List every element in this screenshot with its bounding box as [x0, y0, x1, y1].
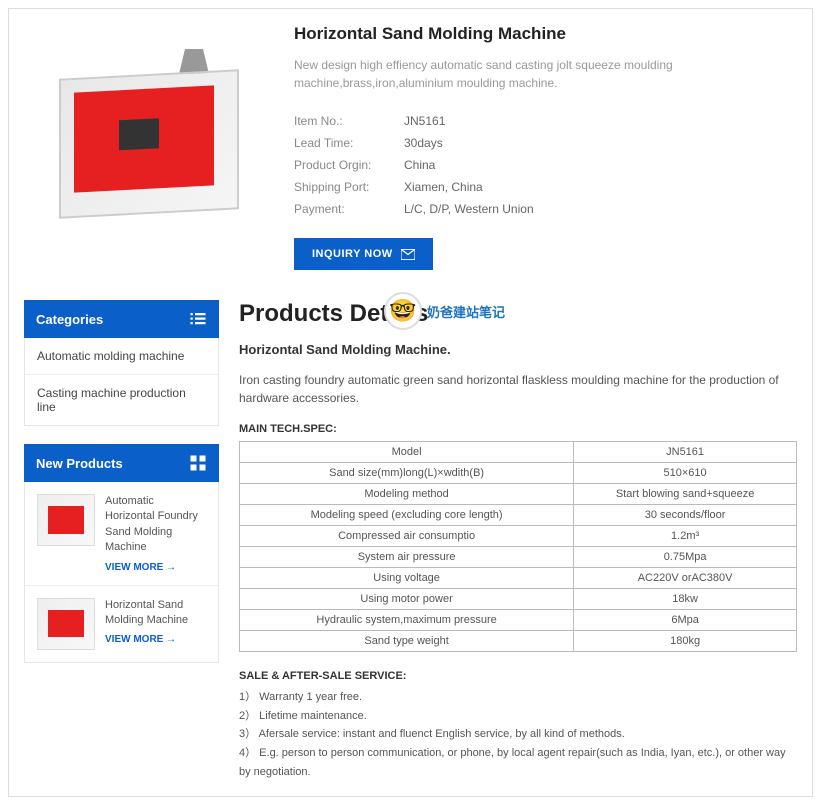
spec-key: Model	[240, 442, 574, 463]
service-item: 3） Afersale service: instant and fluenct…	[239, 725, 797, 744]
info-label: Product Orgin:	[294, 158, 404, 172]
info-value: China	[404, 158, 435, 172]
product-description: New design high effiency automatic sand …	[294, 56, 797, 92]
new-product-title: Automatic Horizontal Foundry Sand Moldin…	[105, 494, 206, 556]
spec-val: 30 seconds/floor	[574, 505, 797, 526]
inquiry-button[interactable]: INQUIRY NOW	[294, 238, 433, 270]
category-item[interactable]: Casting machine production line	[25, 375, 218, 425]
spec-val: 0.75Mpa	[574, 547, 797, 568]
product-title: Horizontal Sand Molding Machine	[294, 24, 797, 44]
product-info-table: Item No.:JN5161 Lead Time:30days Product…	[294, 110, 797, 220]
spec-val: 180kg	[574, 631, 797, 652]
spec-val: 1.2m³	[574, 526, 797, 547]
spec-key: Compressed air consumptio	[240, 526, 574, 547]
inquiry-button-label: INQUIRY NOW	[312, 248, 393, 260]
spec-val: 18kw	[574, 589, 797, 610]
info-value: L/C, D/P, Western Union	[404, 202, 534, 216]
new-product-item[interactable]: Automatic Horizontal Foundry Sand Moldin…	[25, 482, 218, 586]
new-product-title: Horizontal Sand Molding Machine	[105, 598, 206, 629]
spec-val: AC220V orAC380V	[574, 568, 797, 589]
service-title: SALE & AFTER-SALE SERVICE:	[239, 670, 797, 682]
grid-icon	[189, 454, 207, 472]
spec-key: Sand size(mm)long(L)×wdith(B)	[240, 463, 574, 484]
spec-val: 510×610	[574, 463, 797, 484]
service-item: 4） E.g. person to person communication, …	[239, 744, 797, 781]
category-item[interactable]: Automatic molding machine	[25, 338, 218, 375]
categories-title: Categories	[36, 312, 103, 327]
mail-icon	[401, 249, 415, 260]
info-value: JN5161	[404, 114, 445, 128]
spec-key: Using motor power	[240, 589, 574, 610]
service-item: 1） Warranty 1 year free.	[239, 688, 797, 707]
categories-header: Categories	[24, 300, 219, 338]
info-label: Lead Time:	[294, 136, 404, 150]
spec-key: Modeling speed (excluding core length)	[240, 505, 574, 526]
product-thumbnail	[37, 494, 95, 546]
view-more-link[interactable]: VIEW MORE →	[105, 634, 206, 645]
spec-table: ModelJN5161 Sand size(mm)long(L)×wdith(B…	[239, 441, 797, 652]
spec-val: JN5161	[574, 442, 797, 463]
new-product-item[interactable]: Horizontal Sand Molding Machine VIEW MOR…	[25, 586, 218, 662]
spec-val: 6Mpa	[574, 610, 797, 631]
product-image	[24, 24, 274, 244]
spec-key: Sand type weight	[240, 631, 574, 652]
service-list: 1） Warranty 1 year free. 2） Lifetime mai…	[239, 688, 797, 781]
new-products-title: New Products	[36, 456, 123, 471]
avatar-text: 奶爸建站笔记	[427, 302, 505, 321]
info-label: Item No.:	[294, 114, 404, 128]
spec-val: Start blowing sand+squeeze	[574, 484, 797, 505]
spec-key: Using voltage	[240, 568, 574, 589]
spec-label: MAIN TECH.SPEC:	[239, 423, 797, 435]
product-thumbnail	[37, 598, 95, 650]
info-value: 30days	[404, 136, 443, 150]
list-icon	[189, 310, 207, 328]
spec-key: Modeling method	[240, 484, 574, 505]
spec-key: System air pressure	[240, 547, 574, 568]
avatar-badge: 🤓 奶爸建站笔记	[384, 292, 505, 330]
avatar-icon: 🤓	[384, 292, 422, 330]
details-description: Iron casting foundry automatic green san…	[239, 371, 797, 407]
new-products-header: New Products	[24, 444, 219, 482]
service-item: 2） Lifetime maintenance.	[239, 707, 797, 726]
view-more-link[interactable]: VIEW MORE →	[105, 562, 206, 573]
details-heading: Products Details 🤓 奶爸建站笔记	[239, 300, 797, 328]
spec-key: Hydraulic system,maximum pressure	[240, 610, 574, 631]
details-subtitle: Horizontal Sand Molding Machine.	[239, 342, 797, 357]
info-label: Payment:	[294, 202, 404, 216]
info-value: Xiamen, China	[404, 180, 483, 194]
info-label: Shipping Port:	[294, 180, 404, 194]
